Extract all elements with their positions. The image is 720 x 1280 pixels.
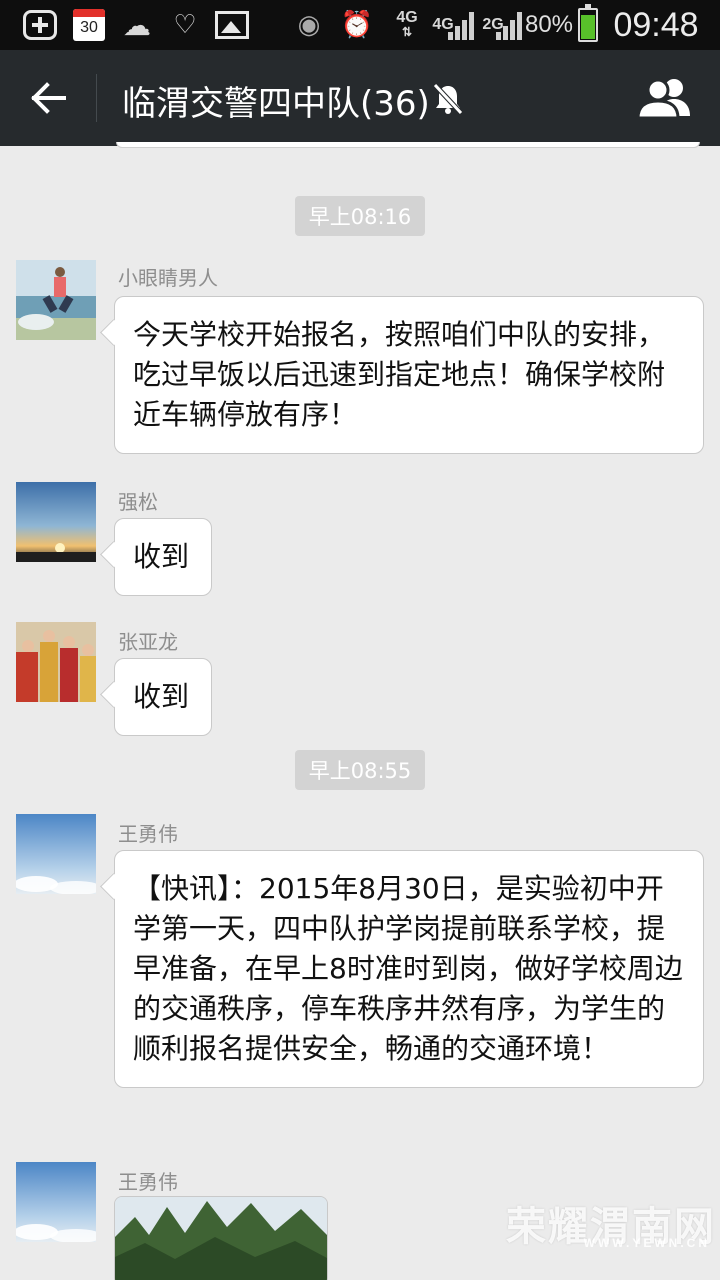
data-arrows-icon: ⇅ bbox=[401, 25, 413, 39]
battery-icon bbox=[576, 4, 600, 42]
sender-name: 王勇伟 bbox=[118, 822, 178, 846]
heart-icon: ♡ bbox=[173, 10, 197, 40]
message-bubble[interactable]: 今天学校开始报名，按照咱们中队的安排，吃过早饭以后迅速到指定地点！确保学校附近车… bbox=[114, 296, 704, 454]
image-message[interactable] bbox=[114, 1196, 328, 1280]
message-bubble[interactable]: 收到 bbox=[114, 518, 212, 596]
sender-name: 张亚龙 bbox=[118, 630, 178, 654]
watermark-url: WWW.YEWN.CN bbox=[583, 1236, 710, 1250]
sender-name: 王勇伟 bbox=[118, 1170, 178, 1194]
image-icon bbox=[214, 8, 250, 42]
signal-icon bbox=[488, 10, 522, 40]
avatar[interactable] bbox=[16, 1162, 96, 1242]
header-divider bbox=[96, 74, 97, 122]
message-bubble[interactable]: 【快讯】：2015年8月30日，是实验初中开学第一天，四中队护学岗提前联系学校，… bbox=[114, 850, 704, 1088]
alarm-icon: ⏰ bbox=[340, 10, 374, 40]
network-label: 4G bbox=[396, 9, 418, 26]
signal-icon bbox=[440, 10, 474, 40]
timestamp: 早上08:55 bbox=[295, 750, 425, 790]
page-title: 临渭交警四中队(36) bbox=[122, 84, 430, 124]
calendar-icon: 30 bbox=[72, 8, 106, 42]
cloud-icon: ☁ bbox=[123, 8, 151, 42]
eye-icon: ◉ bbox=[297, 10, 321, 40]
mute-icon bbox=[432, 82, 464, 116]
sender-name: 强松 bbox=[118, 490, 158, 514]
timestamp: 早上08:16 bbox=[295, 196, 425, 236]
avatar[interactable] bbox=[16, 260, 96, 340]
sender-name: 小眼睛男人 bbox=[118, 266, 218, 290]
network-type-1: 4G ⇅ bbox=[392, 8, 422, 42]
chat-header: 临渭交警四中队(36) bbox=[0, 50, 720, 146]
avatar[interactable] bbox=[16, 482, 96, 562]
back-arrow-icon[interactable] bbox=[28, 76, 72, 120]
members-icon[interactable] bbox=[636, 76, 692, 120]
avatar[interactable] bbox=[16, 814, 96, 894]
status-bar: 30 ☁ ♡ ◉ ⏰ 4G ⇅ 4G 2G 80% 09:48 bbox=[0, 0, 720, 50]
calendar-day: 30 bbox=[80, 19, 98, 36]
battery-percent: 80% bbox=[524, 11, 574, 38]
add-icon bbox=[22, 8, 58, 42]
previous-message-edge bbox=[116, 142, 700, 148]
watermark: 荣耀渭南网 WWW.YEWN.CN bbox=[506, 1194, 716, 1256]
message-bubble[interactable]: 收到 bbox=[114, 658, 212, 736]
clock: 09:48 bbox=[613, 5, 699, 44]
avatar[interactable] bbox=[16, 622, 96, 702]
